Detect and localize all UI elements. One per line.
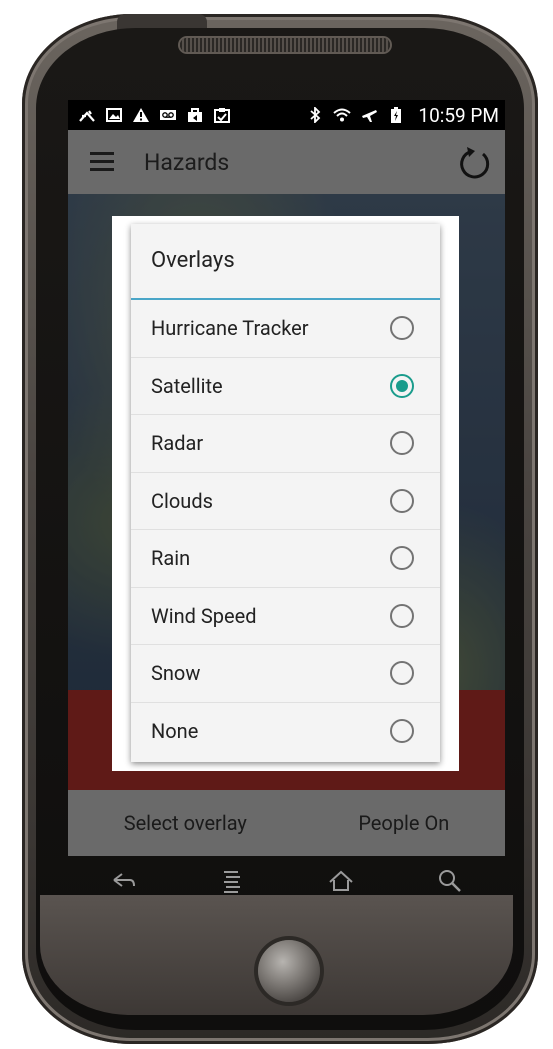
radio-unchecked-icon[interactable]	[390, 603, 414, 628]
select-overlay-button[interactable]: Select overlay	[124, 811, 247, 835]
overlay-option-label: Radar	[151, 431, 204, 456]
overlay-option[interactable]: Wind Speed	[131, 588, 440, 645]
radio-unchecked-icon[interactable]	[390, 431, 414, 456]
shop-bag-icon	[188, 108, 202, 122]
app-bar: Hazards	[68, 130, 505, 194]
back-icon[interactable]	[108, 866, 138, 896]
airplane-icon	[362, 110, 378, 122]
screen: 10:59 PM Hazards Select overlay People O…	[68, 100, 505, 856]
image-icon	[106, 108, 122, 122]
overlays-dialog: Overlays Hurricane Tracker Satellite Radar…	[131, 224, 440, 762]
overlay-options-list: Hurricane Tracker Satellite Radar Clouds Rai…	[131, 300, 440, 760]
voicemail-icon	[160, 110, 176, 120]
refresh-icon[interactable]	[457, 146, 493, 182]
overlay-option[interactable]: Rain	[131, 530, 440, 588]
overlay-option[interactable]: Hurricane Tracker	[131, 300, 440, 358]
clipboard-check-icon	[214, 108, 230, 123]
search-icon[interactable]	[435, 866, 465, 896]
bluetooth-icon	[310, 107, 321, 123]
radio-unchecked-icon[interactable]	[390, 719, 414, 744]
warning-icon	[133, 108, 149, 122]
overlay-option[interactable]: Clouds	[131, 473, 440, 530]
people-toggle-button[interactable]: People On	[358, 811, 449, 835]
bike-icon	[79, 110, 95, 122]
overlay-option-label: Wind Speed	[151, 603, 257, 628]
home-icon[interactable]	[326, 866, 356, 896]
overlay-option[interactable]: Radar	[131, 415, 440, 473]
dialog-title: Overlays	[131, 224, 440, 300]
overlay-option-label: Rain	[151, 546, 191, 571]
battery-icon	[391, 107, 402, 123]
status-bar: 10:59 PM	[68, 100, 505, 130]
radio-checked-icon[interactable]	[390, 373, 414, 398]
trackball[interactable]	[258, 940, 320, 1002]
overlay-option-label: Snow	[151, 661, 201, 686]
overlay-option-label: Clouds	[151, 488, 213, 513]
page-title: Hazards	[144, 148, 230, 176]
earpiece-speaker	[180, 38, 390, 52]
dialog-backdrop: Overlays Hurricane Tracker Satellite Radar…	[112, 216, 459, 771]
overlay-option[interactable]: Satellite	[131, 358, 440, 415]
radio-unchecked-icon[interactable]	[390, 488, 414, 513]
status-time: 10:59 PM	[418, 103, 499, 127]
menu-icon[interactable]	[90, 152, 116, 172]
overlay-option-label: None	[151, 719, 199, 744]
overlay-option[interactable]: Snow	[131, 645, 440, 703]
overlay-option[interactable]: None	[131, 703, 440, 761]
wifi-icon	[333, 108, 352, 122]
menu-lines-icon[interactable]	[217, 866, 247, 896]
radio-unchecked-icon[interactable]	[390, 546, 414, 571]
bottom-bar: Select overlay People On	[68, 790, 505, 856]
radio-unchecked-icon[interactable]	[390, 661, 414, 686]
radio-unchecked-icon[interactable]	[390, 316, 414, 341]
overlay-option-label: Hurricane Tracker	[151, 316, 309, 341]
overlay-option-label: Satellite	[151, 373, 223, 398]
